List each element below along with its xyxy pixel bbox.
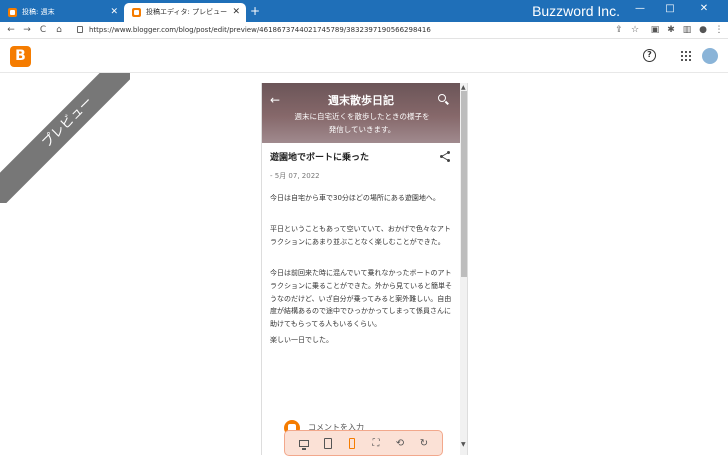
- minimize-button[interactable]: —: [630, 0, 650, 18]
- device-toolbar: ⛶ ⟲ ↻: [284, 430, 443, 456]
- post-title: 遊園地でボートに乗った: [270, 153, 370, 163]
- preview-scrollbar[interactable]: ▲ ▼: [460, 83, 467, 455]
- search-icon[interactable]: [438, 94, 446, 102]
- close-window-button[interactable]: ✕: [694, 0, 714, 18]
- url-input[interactable]: https://www.blogger.com/blog/post/edit/p…: [72, 23, 632, 38]
- tab-label: 投稿: 週末: [22, 8, 55, 16]
- share-icon[interactable]: [440, 151, 450, 162]
- desktop-icon[interactable]: [295, 435, 313, 453]
- ribbon-label: プレビュー: [0, 73, 130, 203]
- address-bar: ← → C ⌂ https://www.blogger.com/blog/pos…: [0, 22, 728, 39]
- brand-watermark: Buzzword Inc.: [532, 3, 620, 19]
- maximize-button[interactable]: □: [660, 0, 680, 18]
- blogger-header: ?: [0, 40, 728, 73]
- post-paragraph: 今日は前回来た時に混んでいて乗れなかったボートのアトラクションに乗ることができた…: [270, 269, 452, 329]
- profile-icon[interactable]: ●: [696, 23, 710, 38]
- tab-close-icon[interactable]: ✕: [232, 3, 240, 22]
- refresh-icon[interactable]: ↻: [415, 435, 433, 453]
- post-date: - 5月 07, 2022: [270, 172, 320, 180]
- fullscreen-icon[interactable]: ⛶: [367, 435, 385, 453]
- tab-close-icon[interactable]: ✕: [110, 3, 118, 22]
- mobile-icon[interactable]: [343, 435, 361, 453]
- scrollbar-thumb[interactable]: [461, 91, 467, 277]
- help-icon[interactable]: ?: [643, 49, 656, 62]
- forward-button[interactable]: →: [20, 23, 34, 38]
- post-paragraph: 楽しい一日でした。: [270, 336, 333, 344]
- blogger-favicon-icon: [132, 8, 141, 17]
- back-button[interactable]: ←: [4, 23, 18, 38]
- blog-header-banner: ← 週末散歩日記 週末に自宅近くを散歩したときの様子を発信していきます。: [262, 83, 460, 143]
- apps-grid-icon[interactable]: [681, 51, 691, 61]
- post-paragraph: 平日ということもあって空いていて、おかげで色々なアトラクションにあまり並ぶことな…: [270, 225, 451, 246]
- extension-icon[interactable]: ▣: [648, 23, 662, 38]
- bookmark-star-icon[interactable]: ☆: [628, 23, 642, 38]
- puzzle-icon[interactable]: ✱: [664, 23, 678, 38]
- blog-title[interactable]: 週末散歩日記: [262, 92, 460, 108]
- post-paragraph: 今日は自宅から車で30分ほどの場所にある遊園地へ。: [270, 194, 440, 202]
- rotate-icon[interactable]: ⟲: [391, 435, 409, 453]
- avatar[interactable]: [702, 48, 718, 64]
- url-text: https://www.blogger.com/blog/post/edit/p…: [89, 26, 431, 34]
- mobile-preview-frame: ← 週末散歩日記 週末に自宅近くを散歩したときの様子を発信していきます。 遊園地…: [261, 83, 468, 455]
- reload-button[interactable]: C: [36, 23, 50, 38]
- blog-description: 週末に自宅近くを散歩したときの様子を発信していきます。: [294, 112, 430, 134]
- blogger-favicon-icon: [8, 8, 17, 17]
- tab-bar: 投稿: 週末 ✕ 投稿エディタ: プレビュー ✕ + Buzzword Inc.…: [0, 0, 728, 22]
- new-tab-button[interactable]: +: [250, 3, 260, 20]
- scroll-up-icon[interactable]: ▲: [461, 84, 466, 91]
- scroll-down-icon[interactable]: ▼: [461, 441, 466, 448]
- tab-preview[interactable]: 投稿エディタ: プレビュー ✕: [124, 3, 246, 22]
- home-button[interactable]: ⌂: [52, 23, 66, 38]
- blogger-logo-icon[interactable]: [10, 46, 31, 67]
- tab-edit-post[interactable]: 投稿: 週末 ✕: [0, 3, 124, 22]
- menu-dots-icon[interactable]: ⋮: [712, 23, 726, 38]
- sidepanel-icon[interactable]: ▥: [680, 23, 694, 38]
- share-page-icon[interactable]: ⇪: [612, 23, 626, 38]
- tablet-icon[interactable]: [319, 435, 337, 453]
- lock-icon: [77, 26, 83, 33]
- preview-ribbon: プレビュー: [0, 73, 130, 203]
- browser-window: 投稿: 週末 ✕ 投稿エディタ: プレビュー ✕ + Buzzword Inc.…: [0, 0, 728, 460]
- tab-label: 投稿エディタ: プレビュー: [146, 8, 228, 16]
